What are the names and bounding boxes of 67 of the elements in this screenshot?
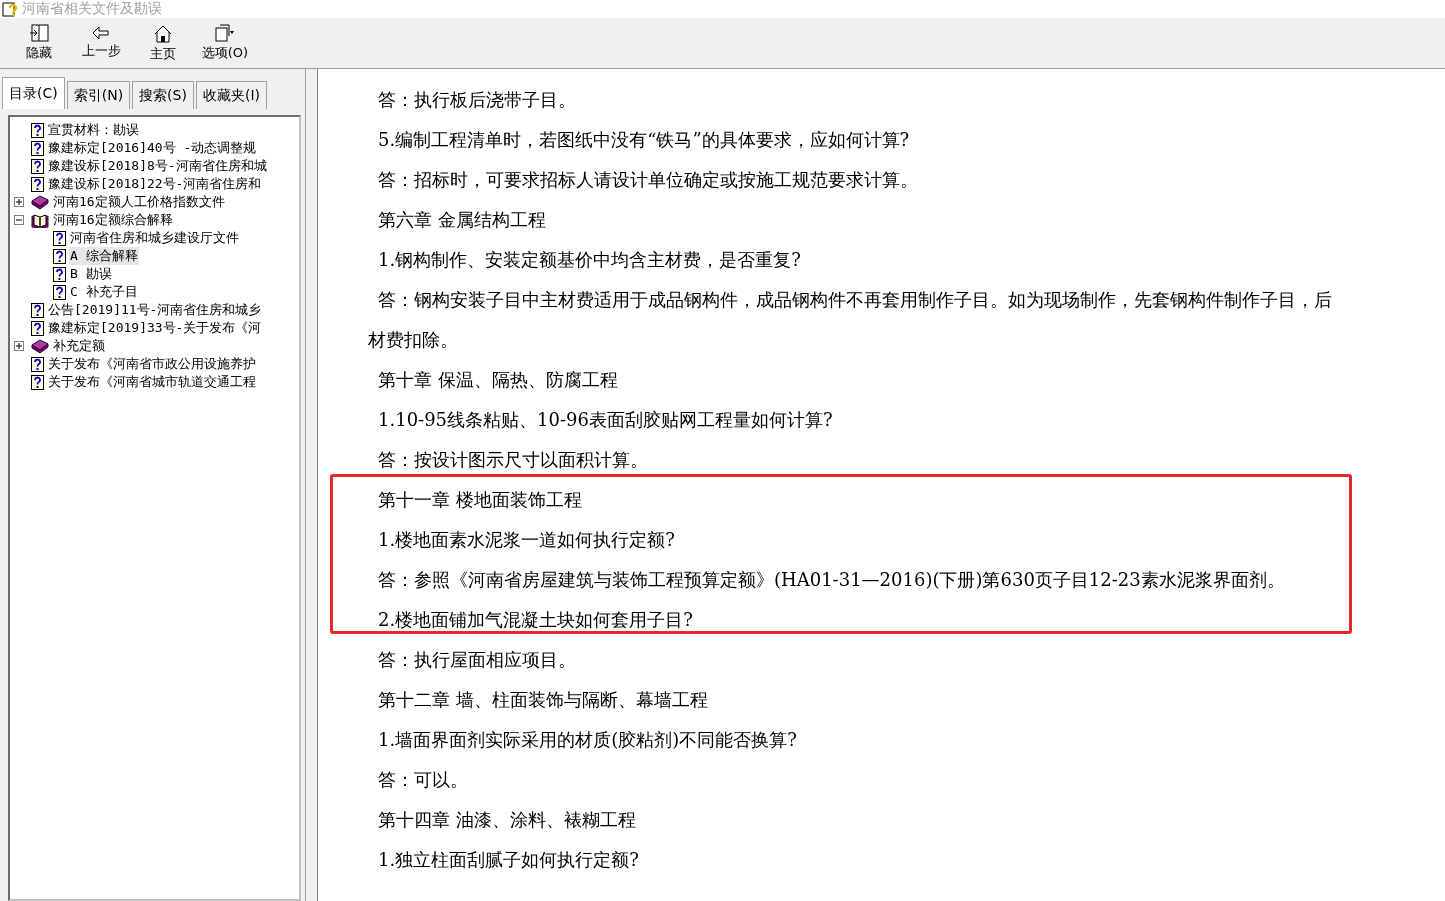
help-page-icon (53, 266, 66, 282)
expand-icon[interactable] (14, 197, 24, 207)
book-icon (31, 194, 49, 210)
tab[interactable]: 收藏夹(I) (195, 81, 267, 109)
expand-icon[interactable] (14, 341, 24, 351)
tree-item[interactable]: 豫建设标[2018]22号-河南省住房和 (47, 175, 263, 193)
help-page-icon (53, 248, 66, 264)
tree-item[interactable]: 河南16定额综合解释 (52, 211, 174, 229)
paragraph-continuation: 材费扣除。 (367, 328, 459, 352)
paragraph: 1.独立柱面刮腻子如何执行定额? (377, 848, 640, 872)
tree-item[interactable]: 河南省住房和城乡建设厅文件 (69, 229, 240, 247)
paragraph: 1.10-95线条粘贴、10-96表面刮胶贴网工程量如何计算? (377, 408, 834, 432)
paragraph: 答：按设计图示尺寸以面积计算。 (377, 448, 649, 472)
toolbar-button[interactable]: 上一步 (70, 18, 132, 68)
toolbar-button[interactable]: 主页 (132, 18, 194, 68)
paragraph: 第六章 金属结构工程 (377, 208, 547, 232)
paragraph: 2.楼地面铺加气混凝土块如何套用子目? (377, 608, 694, 632)
paragraph: 1.钢构制作、安装定额基价中均含主材费，是否重复? (377, 248, 802, 272)
tree-item[interactable]: 关于发布《河南省城市轨道交通工程 (47, 373, 257, 391)
tree-item[interactable]: 关于发布《河南省市政公用设施养护 (47, 355, 257, 373)
paragraph: 答：执行屋面相应项目。 (377, 648, 577, 672)
paragraph: 1.楼地面素水泥浆一道如何执行定额? (377, 528, 676, 552)
help-page-icon (53, 284, 66, 300)
paragraph: 第十一章 楼地面装饰工程 (377, 488, 583, 512)
help-page-icon (31, 158, 44, 174)
tree-item[interactable]: 补充定额 (52, 337, 106, 355)
home-icon (153, 23, 173, 43)
help-page-icon (53, 230, 66, 246)
book-icon (31, 338, 49, 354)
paragraph: 答：招标时，可要求招标人请设计单位确定或按施工规范要求计算。 (377, 168, 919, 192)
help-page-icon (31, 356, 44, 372)
paragraph: 第十二章 墙、柱面装饰与隔断、幕墙工程 (377, 688, 709, 712)
help-page-icon (31, 140, 44, 156)
help-page-icon (31, 122, 44, 138)
tree-item[interactable]: C 补充子目 (69, 283, 139, 301)
left-arrow-icon (92, 26, 110, 40)
paragraph: 答：可以。 (377, 768, 469, 792)
collapse-icon[interactable] (14, 215, 24, 225)
paragraph: 1.墙面界面剂实际采用的材质(胶粘剂)不同能否换算? (377, 728, 798, 752)
help-page-icon (31, 176, 44, 192)
help-page-icon (31, 374, 44, 390)
window-title: 河南省相关文件及勘误 (22, 0, 162, 18)
tree-item[interactable]: 公告[2019]11号-河南省住房和城乡 (47, 301, 263, 319)
tree-item[interactable]: B 勘误 (69, 265, 113, 283)
splitter[interactable] (305, 69, 318, 901)
tab[interactable]: 目录(C) (2, 77, 65, 109)
tree-item[interactable]: 河南16定额人工价格指数文件 (52, 193, 226, 211)
tree-item[interactable]: A 综合解释 (69, 247, 139, 265)
tree-item[interactable]: 豫建设标[2018]8号-河南省住房和城 (47, 157, 268, 175)
paragraph: 答：参照《河南省房屋建筑与装饰工程预算定额》(HA01-31—2016)(下册)第630页子目12-23素水泥浆界面剂。 (377, 568, 1286, 592)
paragraph: 第十四章 油漆、涂料、裱糊工程 (377, 808, 637, 832)
toolbar-button[interactable]: 选项(O) (194, 18, 256, 68)
tree-item[interactable]: 豫建标定[2019]33号-关于发布《河 (47, 319, 263, 337)
tab[interactable]: 索引(N) (66, 81, 131, 109)
panel-icon (29, 24, 49, 42)
paragraph: 答：钢构安装子目中主材费适用于成品钢构件，成品钢构件不再套用制作子目。如为现场制作，先套钢构件制作子目，后 (377, 288, 1333, 312)
paragraph: 5.编制工程清单时，若图纸中没有“铁马”的具体要求，应如何计算? (377, 128, 911, 152)
paragraph: 第十章 保温、隔热、防腐工程 (377, 368, 619, 392)
help-page-icon (31, 320, 44, 336)
toolbar-button[interactable]: 隐藏 (8, 18, 70, 68)
help-page-icon (31, 302, 44, 318)
document-icon (214, 24, 236, 42)
paragraph: 答：执行板后浇带子目。 (377, 88, 577, 112)
tree-item[interactable]: 豫建标定[2016]40号 -动态调整规 (47, 139, 258, 157)
tree-item[interactable]: 宣贯材料：勘误 (47, 121, 140, 139)
open-book-icon (31, 212, 49, 228)
tab[interactable]: 搜索(S) (132, 81, 194, 109)
